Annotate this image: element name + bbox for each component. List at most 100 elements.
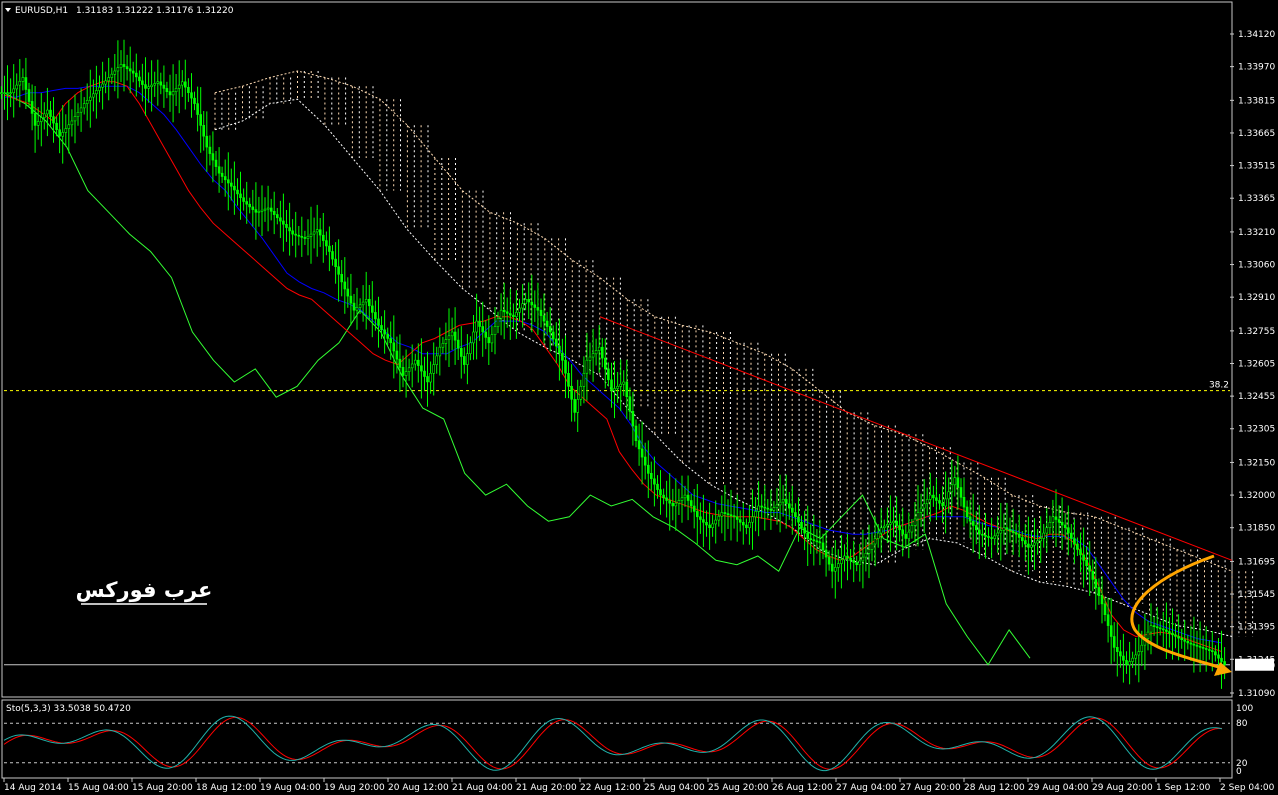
candle-body [423, 370, 426, 377]
candle-body [539, 309, 543, 316]
candle-body [1149, 625, 1153, 633]
candle-body [58, 129, 61, 137]
candle-body [502, 309, 506, 313]
candle-body [1192, 643, 1196, 646]
candle-body [15, 84, 18, 90]
candle-body [895, 520, 898, 526]
candle-body [196, 103, 199, 115]
candle-body [797, 516, 800, 523]
candle-body [177, 84, 181, 89]
time-tick-label: 14 Aug 2014 [4, 783, 62, 793]
candle-body [0, 92, 3, 94]
candle-body [512, 314, 515, 318]
candle-body [1211, 650, 1214, 652]
price-tick-label: 1.32150 [1238, 458, 1275, 468]
candle-body [947, 491, 951, 500]
candle-body [153, 83, 156, 86]
candle-body [1189, 642, 1193, 645]
candle-body [1165, 629, 1168, 632]
candle-body [907, 531, 911, 539]
candle-body [984, 534, 987, 537]
candle-body [1076, 543, 1079, 550]
candle-body [113, 70, 117, 75]
candle-body [692, 505, 696, 512]
candle-body [1063, 524, 1067, 529]
candle-body [12, 88, 15, 94]
time-tick-label: 25 Aug 04:00 [644, 783, 705, 793]
candle-body [567, 372, 570, 387]
candle-body [573, 399, 577, 413]
candle-body [889, 522, 892, 525]
candle-body [662, 494, 665, 499]
candle-body [558, 345, 561, 354]
stoch-level-label: 0 [1236, 767, 1242, 777]
time-tick-label: 20 Aug 12:00 [388, 783, 449, 793]
candle-body [1033, 542, 1036, 546]
candle-body [367, 298, 371, 307]
candle-body [818, 541, 822, 544]
candle-body [107, 77, 110, 82]
candle-body [864, 552, 868, 558]
candle-body [585, 359, 589, 374]
candle-body [674, 502, 678, 507]
candle-body [1005, 527, 1009, 530]
candle-body [1002, 527, 1006, 531]
candle-body [665, 497, 668, 501]
candle-body [6, 92, 9, 94]
candle-body [245, 201, 248, 205]
candle-body [974, 525, 978, 531]
candle-body [794, 512, 797, 518]
candle-body [821, 542, 825, 551]
candle-body [1079, 549, 1082, 556]
price-axis: 1.34120 1.33970 1.33815 1.33665 1.33515 1.333… [1230, 30, 1275, 699]
candle-body [499, 309, 503, 319]
candle-body [751, 516, 754, 523]
candle-body [1116, 646, 1119, 652]
candle-body [763, 506, 767, 509]
candle-body [812, 539, 816, 542]
candle-body [272, 211, 276, 215]
candle-body [193, 97, 196, 104]
candle-body [726, 513, 730, 515]
candle-body [754, 511, 757, 518]
candle-body [901, 529, 905, 535]
candle-body [496, 318, 500, 327]
candle-body [588, 356, 592, 361]
price-tick-label: 1.31090 [1238, 689, 1275, 699]
candle-body [748, 521, 751, 528]
candle-body [85, 100, 89, 104]
candle-body [766, 507, 770, 510]
candle-body [827, 556, 831, 565]
candle-body [879, 527, 883, 534]
candle-body [545, 320, 549, 327]
time-tick-label: 28 Aug 12:00 [964, 783, 1025, 793]
candle-body [643, 456, 647, 466]
candle-body [352, 302, 356, 311]
candle-body [42, 113, 46, 119]
candle-body [318, 229, 322, 236]
candle-body [628, 396, 632, 412]
candle-body [717, 515, 721, 521]
chart: 38.2 1.34120 1.33970 1.33815 1.33665 1.33515… [0, 1, 1275, 793]
candle-body [236, 189, 239, 195]
candle-body [515, 312, 518, 317]
candle-body [613, 388, 616, 392]
candle-body [453, 331, 457, 341]
candle-body [656, 483, 659, 490]
candle-body [1014, 532, 1018, 535]
candle-body [1131, 657, 1134, 662]
candle-body [401, 366, 405, 376]
candle-body [279, 217, 282, 222]
candle-body [1054, 516, 1058, 520]
price-tick-label: 1.31395 [1238, 623, 1275, 633]
candle-body [349, 295, 353, 304]
candle-body [432, 364, 436, 374]
candle-body [147, 86, 150, 89]
candle-body [977, 529, 981, 535]
candle-body [910, 525, 914, 533]
candle-body [46, 109, 49, 115]
candle-body [904, 533, 908, 539]
candle-body [858, 560, 862, 566]
candle-body [1198, 645, 1202, 648]
candle-body [1152, 625, 1156, 627]
